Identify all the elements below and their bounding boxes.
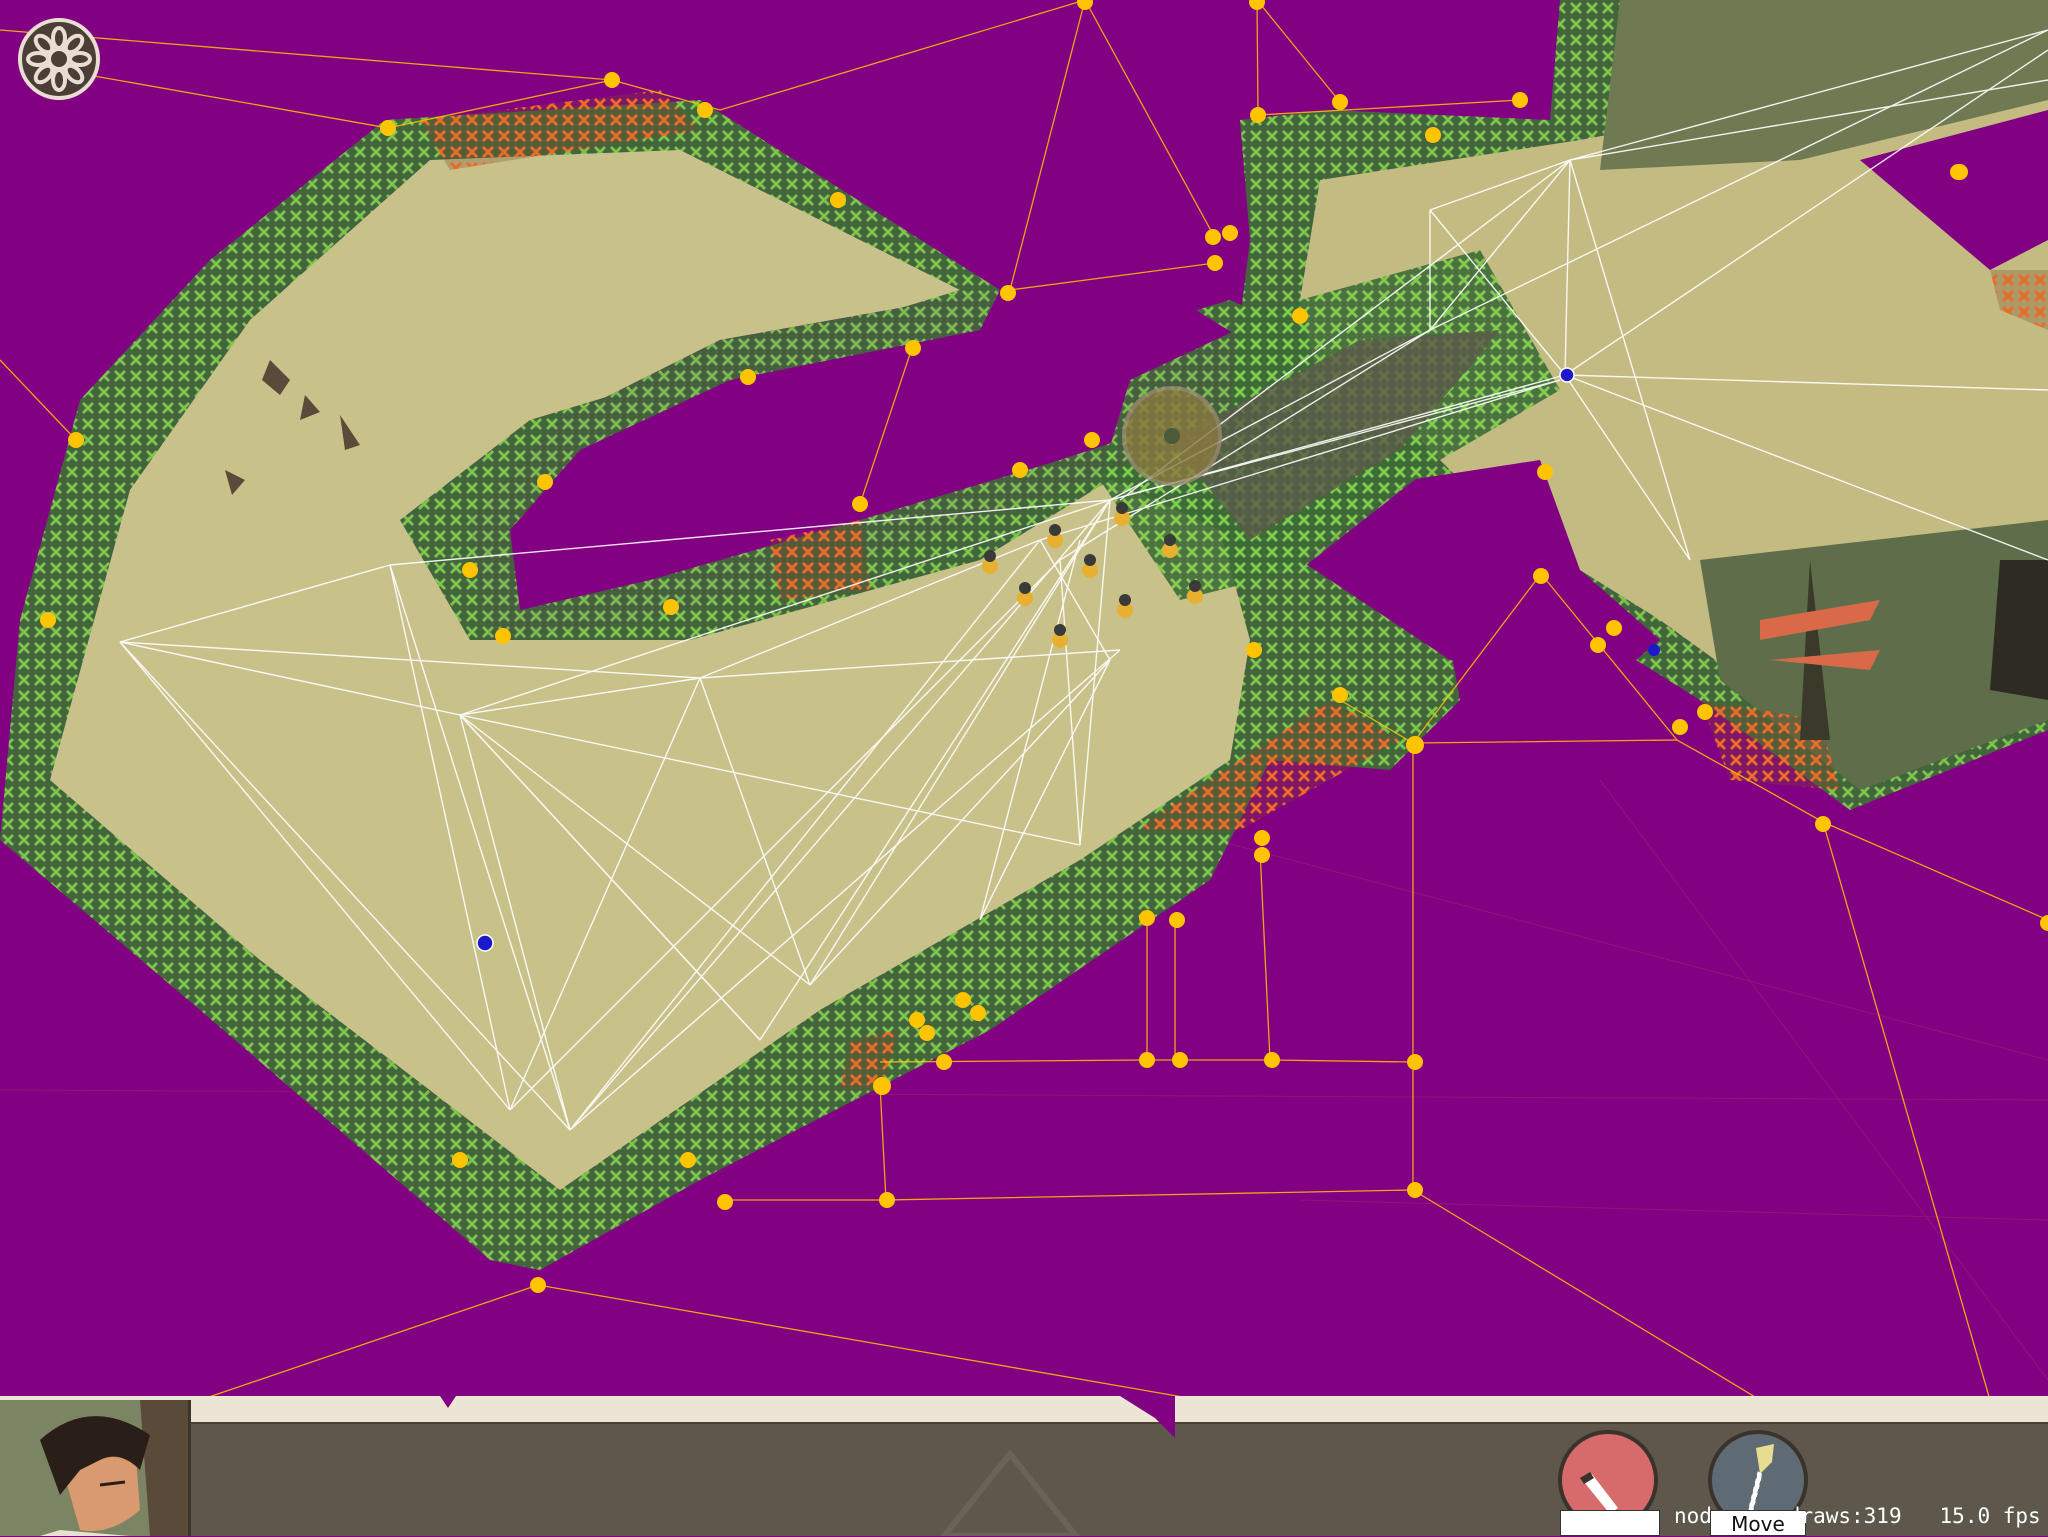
settings-button[interactable] xyxy=(18,18,100,100)
debug-fps: 15.0 fps xyxy=(1939,1504,2041,1528)
waypoint-marker xyxy=(1648,644,1660,656)
hud-notch xyxy=(440,1396,1175,1438)
selection-ring[interactable] xyxy=(1122,386,1222,486)
debug-stats: nod draws:319 15.0 fps xyxy=(1674,1504,2041,1528)
debug-prefix: nod xyxy=(1674,1504,1712,1528)
debug-draws: draws:319 xyxy=(1787,1504,1902,1528)
game-map[interactable] xyxy=(0,0,2048,1400)
waypoint-marker xyxy=(476,934,494,952)
gear-icon xyxy=(26,26,92,92)
hud-triangle xyxy=(940,1450,1080,1536)
hero-avatar xyxy=(0,1400,188,1536)
attack-label xyxy=(1560,1510,1660,1536)
character-portrait[interactable] xyxy=(0,1400,191,1536)
waypoint-marker xyxy=(1559,367,1575,383)
